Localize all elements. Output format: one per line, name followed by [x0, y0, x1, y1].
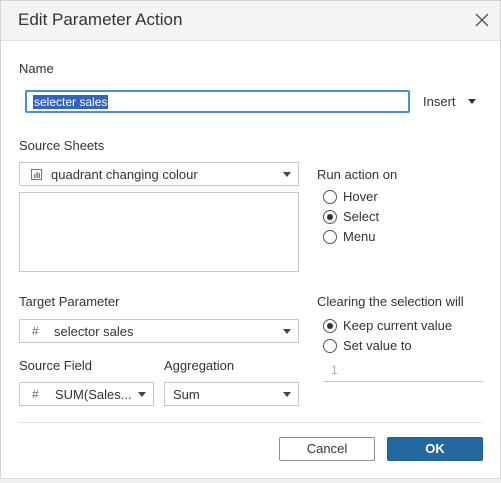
close-icon[interactable] — [473, 11, 491, 29]
ok-button[interactable]: OK — [387, 437, 483, 461]
chevron-down-icon — [468, 99, 476, 104]
radio-hover-label: Hover — [343, 189, 378, 204]
chevron-down-icon — [138, 392, 146, 397]
chevron-down-icon — [283, 392, 291, 397]
radio-menu-label: Menu — [343, 229, 376, 244]
radio-keep-current-label: Keep current value — [343, 318, 453, 333]
radio-button-selected[interactable] — [323, 319, 337, 333]
background-strip — [0, 478, 501, 483]
radio-button[interactable] — [323, 190, 337, 204]
source-sheets-value: quadrant changing colour — [51, 167, 198, 182]
set-value-text: 1 — [331, 363, 338, 377]
radio-button[interactable] — [323, 339, 337, 353]
aggregation-label: Aggregation — [164, 358, 235, 373]
hash-icon: # — [32, 324, 39, 338]
source-field-select[interactable]: # SUM(Sales... — [19, 382, 154, 406]
divider — [19, 422, 483, 423]
title-bar: Edit Parameter Action — [1, 1, 500, 41]
radio-set-value-label: Set value to — [343, 338, 412, 353]
dialog-title: Edit Parameter Action — [18, 10, 183, 29]
target-parameter-label: Target Parameter — [19, 294, 120, 309]
name-label: Name — [19, 61, 54, 76]
chevron-down-icon — [283, 172, 291, 177]
hash-icon: # — [32, 387, 39, 401]
aggregation-value: Sum — [173, 387, 200, 402]
radio-button-selected[interactable] — [323, 210, 337, 224]
cancel-button[interactable]: Cancel — [279, 437, 375, 461]
source-sheets-label: Source Sheets — [19, 138, 105, 153]
target-parameter-value: selector sales — [54, 324, 134, 339]
source-sheets-list[interactable] — [19, 192, 299, 272]
target-parameter-select[interactable]: # selector sales — [19, 319, 299, 343]
insert-dropdown[interactable]: Insert — [423, 94, 476, 109]
radio-select-label: Select — [343, 209, 380, 224]
bar-chart-icon — [31, 169, 42, 180]
name-input[interactable]: selecter sales — [25, 90, 410, 113]
source-field-value: SUM(Sales... — [55, 387, 132, 402]
insert-label: Insert — [423, 94, 456, 109]
radio-button[interactable] — [323, 230, 337, 244]
run-action-label: Run action on — [317, 167, 398, 182]
aggregation-select[interactable]: Sum — [164, 382, 299, 406]
edit-parameter-action-dialog: Edit Parameter Action Name selecter sale… — [0, 0, 501, 483]
source-field-label: Source Field — [19, 358, 92, 373]
clearing-label: Clearing the selection will — [317, 294, 464, 309]
set-value-input[interactable]: 1 — [323, 360, 483, 382]
name-input-value: selecter sales — [33, 95, 109, 109]
source-sheets-select[interactable]: quadrant changing colour — [19, 162, 299, 186]
chevron-down-icon — [283, 329, 291, 334]
